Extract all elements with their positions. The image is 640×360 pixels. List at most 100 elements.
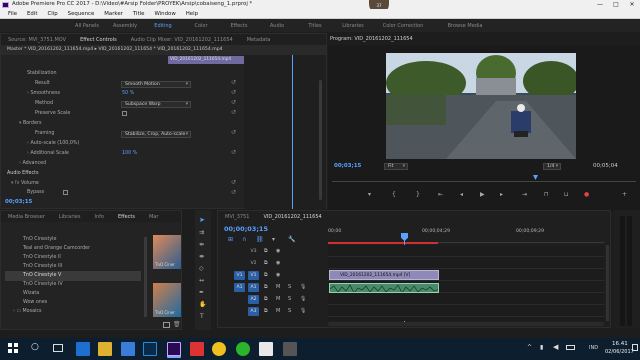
effects-scrollbar[interactable] — [144, 237, 147, 317]
menu-help[interactable]: Help — [181, 9, 203, 18]
workspace-libraries[interactable]: Libraries — [334, 23, 372, 29]
reset-method-icon[interactable]: ↺ — [231, 98, 236, 107]
ec-clip-bar[interactable]: VID_20161202_111654.mp4 — [168, 56, 244, 64]
tab-libraries[interactable]: Libraries — [52, 214, 88, 220]
reset-additional-scale-icon[interactable]: ↺ — [231, 148, 236, 157]
selection-tool-icon[interactable]: ➤ — [199, 216, 205, 224]
bypass-checkbox[interactable] — [63, 190, 68, 195]
track-source-label[interactable]: A1 — [234, 283, 245, 292]
extract-icon[interactable]: ⊔ — [564, 191, 569, 198]
workspace-editing[interactable]: Editing — [144, 23, 182, 29]
program-timecode[interactable]: 00;03;15 — [334, 163, 361, 169]
go-to-in-icon[interactable]: ⇤ — [438, 191, 443, 198]
audio-clip-a1[interactable] — [329, 283, 439, 293]
timeline-timecode[interactable]: 00;00;03;15 — [224, 225, 268, 233]
reset-framing-icon[interactable]: ↺ — [231, 128, 236, 137]
photoshop-icon[interactable] — [143, 342, 157, 356]
button-editor-icon[interactable]: + — [622, 191, 627, 198]
solo-icon[interactable]: S — [288, 306, 291, 317]
reset-volume-icon[interactable]: ↺ — [231, 178, 236, 187]
menu-sequence[interactable]: Sequence — [63, 9, 100, 18]
tab-media-browser[interactable]: Media Browser — [1, 214, 52, 220]
method-dropdown[interactable]: Subspace Warp — [121, 101, 191, 109]
mic-icon[interactable]: 🎙 — [300, 282, 306, 293]
tab-info[interactable]: Info — [87, 214, 110, 220]
video-clip-v1[interactable]: VID_20161202_111654.mp4 [V] — [329, 270, 439, 280]
mic-icon[interactable]: 🎙 — [300, 294, 306, 305]
program-scrub-bar[interactable] — [332, 176, 636, 182]
sync-lock-icon[interactable]: ⧉ — [264, 270, 268, 281]
track-label[interactable]: A3 — [248, 307, 259, 316]
workspace-effects[interactable]: Effects — [220, 23, 258, 29]
result-dropdown[interactable]: Smooth Motion — [121, 81, 191, 89]
tray-up-arrow-icon[interactable]: ^ — [527, 344, 532, 351]
mark-in-icon[interactable]: { — [392, 191, 396, 198]
add-marker-timeline-icon[interactable]: ▾ — [272, 236, 275, 243]
reset-result-icon[interactable]: ↺ — [231, 78, 236, 87]
maximize-button[interactable]: □ — [608, 0, 624, 9]
media-player-icon[interactable] — [190, 342, 204, 356]
workspace-assembly[interactable]: Assembly — [106, 23, 144, 29]
sync-lock-icon[interactable]: ⧉ — [264, 294, 268, 305]
close-button[interactable]: ✕ — [624, 0, 640, 9]
sync-lock-icon[interactable]: ⧉ — [264, 246, 268, 257]
file-explorer-icon[interactable] — [98, 342, 112, 356]
menu-window[interactable]: Window — [149, 9, 180, 18]
menu-marker[interactable]: Marker — [99, 9, 128, 18]
ec-timecode[interactable]: 00;03;15 — [5, 198, 32, 208]
mute-icon[interactable]: M — [276, 282, 280, 293]
eye-icon[interactable]: ◉ — [276, 246, 280, 257]
track-label[interactable]: A1 — [248, 283, 259, 292]
tab-source[interactable]: Source: MVI_3751.MOV — [1, 37, 73, 43]
line-icon[interactable] — [236, 342, 250, 356]
nest-icon[interactable]: ⊞ — [228, 236, 233, 243]
preserve-scale-checkbox[interactable] — [122, 111, 127, 116]
volume-icon[interactable]: ◀ — [553, 343, 558, 351]
framing-dropdown[interactable]: Stabilize, Crop, Auto-scale — [121, 131, 191, 139]
additional-scale-value[interactable]: 100 % — [122, 149, 137, 159]
minimize-button[interactable]: — — [592, 0, 608, 9]
export-frame-icon[interactable]: ● — [584, 191, 589, 198]
reset-preserve-icon[interactable]: ↺ — [231, 108, 236, 117]
timeline-vertical-scrollbar[interactable] — [606, 245, 609, 321]
tab-sequence-mvi[interactable]: MVI_3751 — [218, 214, 256, 220]
step-forward-icon[interactable]: ▸ — [500, 191, 503, 198]
slip-tool-icon[interactable]: ↔ — [199, 277, 204, 284]
new-bin-icon[interactable] — [163, 322, 170, 328]
type-tool-icon[interactable]: T — [200, 313, 204, 320]
task-view-icon[interactable] — [53, 344, 63, 352]
mute-icon[interactable]: M — [276, 294, 280, 305]
play-icon[interactable]: ▶ — [480, 191, 485, 198]
go-to-out-icon[interactable]: ⇥ — [522, 191, 527, 198]
smoothness-value[interactable]: 50 % — [122, 89, 134, 99]
solo-icon[interactable]: S — [288, 282, 291, 293]
linked-selection-icon[interactable]: ⛓ — [256, 236, 264, 243]
store-icon[interactable] — [121, 342, 135, 356]
tab-audio-clip-mixer[interactable]: Audio Clip Mixer: VID_20161202_111654 — [124, 37, 240, 43]
menu-title[interactable]: Title — [128, 9, 150, 18]
track-label[interactable]: V3 — [248, 247, 259, 256]
master-clip-header[interactable]: Master * VID_20161202_111654.mp4 ▸ VID_2… — [1, 45, 326, 55]
menu-edit[interactable]: Edit — [22, 9, 42, 18]
timeline-zoom-scrollbar[interactable] — [328, 322, 604, 326]
add-marker-icon[interactable]: ▾ — [368, 191, 371, 198]
edge-icon[interactable] — [76, 342, 90, 356]
workspace-browse-media[interactable]: Browse Media — [434, 23, 496, 29]
battery-icon[interactable] — [566, 345, 575, 350]
tab-sequence-vid[interactable]: VID_20161202_111654 — [256, 214, 328, 220]
tab-effect-controls[interactable]: Effect Controls — [73, 37, 124, 43]
menu-file[interactable]: File — [3, 9, 22, 18]
time-ruler[interactable]: 00;00 00;00;04;29 00;00;09;29 — [328, 227, 604, 243]
reset-bypass-icon[interactable]: ↺ — [231, 188, 236, 197]
chrome-icon[interactable] — [212, 342, 226, 356]
workspace-color[interactable]: Color — [182, 23, 220, 29]
rolling-edit-tool-icon[interactable]: ⇼ — [199, 253, 204, 260]
workspace-all-panels[interactable]: All Panels — [68, 23, 106, 29]
solo-icon[interactable]: S — [288, 294, 291, 305]
clock-time[interactable]: 16.41 — [612, 341, 628, 347]
track-source-label[interactable]: V1 — [234, 271, 245, 280]
tab-metadata[interactable]: Metadata — [240, 37, 278, 43]
ripple-edit-tool-icon[interactable]: ⇹ — [199, 241, 204, 248]
eye-icon[interactable]: ◉ — [276, 258, 280, 269]
pen-tool-icon[interactable]: ✒ — [199, 289, 204, 296]
